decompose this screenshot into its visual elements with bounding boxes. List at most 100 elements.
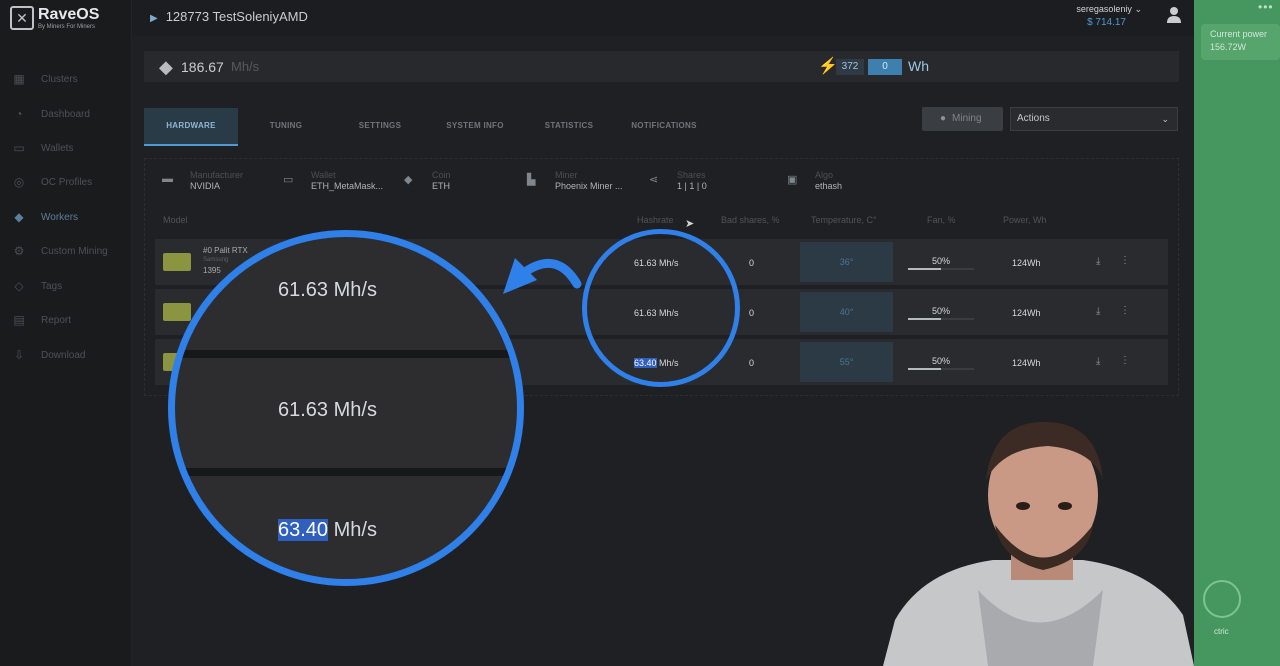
sidebar-item-workers[interactable]: ◆ Workers (0, 208, 131, 228)
gpu-fan: 50% (932, 306, 951, 316)
zoom-divider (175, 350, 517, 358)
chevron-down-icon: ⌄ (1161, 114, 1169, 124)
sidebar-item-wallets[interactable]: ▭ Wallets (0, 139, 131, 159)
gpu-fan: 50% (932, 256, 951, 266)
sidebar (0, 0, 132, 666)
current-power-label: Current power (1210, 29, 1268, 39)
download-icon[interactable]: ⤓ (1096, 306, 1100, 317)
download-icon[interactable]: ⤓ (1096, 356, 1100, 367)
col-hashrate[interactable]: Hashrate (637, 215, 674, 225)
user-icon[interactable] (1166, 6, 1182, 24)
sidebar-item-oc-profiles[interactable]: ◎ OC Profiles (0, 173, 131, 193)
kebab-menu-icon[interactable]: ⋮ (1120, 355, 1130, 366)
gpu-bad-shares: 0 (749, 358, 755, 368)
tab-system-info[interactable]: SYSTEM INFO (435, 108, 515, 146)
folder-icon: ▭ (13, 141, 25, 155)
col-power[interactable]: Power, Wh (1003, 215, 1047, 225)
fan-bar (908, 268, 974, 270)
sidebar-item-download[interactable]: ⇩ Download (0, 346, 131, 366)
electric-chart-icon[interactable] (1203, 580, 1241, 618)
gpu-bad-shares: 0 (749, 308, 755, 318)
tab-notifications[interactable]: NOTIFICATIONS (624, 108, 704, 146)
user-menu[interactable]: seregasoleniy ⌄ (1062, 4, 1142, 15)
electric-label: ctric (1214, 627, 1229, 636)
side-panel (1194, 0, 1280, 666)
power-unit: Wh (908, 58, 929, 74)
rocket-icon: ● (940, 113, 947, 124)
tab-hardware[interactable]: HARDWARE (144, 108, 238, 146)
fan-fill (908, 268, 941, 270)
play-icon: ▶ (150, 13, 158, 24)
zoom-magnifier: 61.63 Mh/s 61.63 Mh/s 63.40 Mh/s (168, 230, 524, 586)
worker-title[interactable]: ▶ 128773 TestSoleniyAMD (150, 9, 308, 24)
sidebar-item-custom-mining[interactable]: ⚙ Custom Mining (0, 242, 131, 262)
col-temperature[interactable]: Temperature, C° (811, 215, 877, 225)
gpu-power: 124Wh (1012, 258, 1041, 268)
highlight-circle (582, 229, 740, 387)
tag-icon: ◇ (14, 279, 24, 293)
gpu-bad-shares: 0 (749, 258, 755, 268)
tab-tuning[interactable]: TUNING (250, 108, 322, 146)
download-icon: ⇩ (13, 348, 25, 362)
gpu-power: 124Wh (1012, 308, 1041, 318)
sidebar-item-report[interactable]: ▤ Report (0, 311, 131, 331)
fan-bar (908, 368, 974, 370)
summary-bar (144, 51, 1179, 82)
gpu-temperature: 55° (800, 342, 893, 382)
cursor-icon: ➤ (685, 218, 695, 230)
share-icon: ⋖ (649, 174, 659, 186)
kebab-menu-icon[interactable]: ⋮ (1120, 305, 1130, 316)
gpu-memory: Samsung (203, 257, 229, 263)
gpu-icon: ▬ (162, 173, 173, 185)
sidebar-item-dashboard[interactable]: ◔ Dashboard (0, 105, 131, 125)
col-model: Model (163, 215, 188, 225)
zoom-hashrate-1: 61.63 Mh/s (278, 279, 377, 301)
zoom-divider (175, 468, 517, 476)
col-fan[interactable]: Fan, % (927, 215, 956, 225)
gpu-name: #0 Palit RTX (203, 246, 248, 255)
grid-icon: ▦ (13, 72, 25, 86)
report-icon: ▤ (13, 313, 25, 327)
gpu-power: 124Wh (1012, 358, 1041, 368)
gpu-fan: 50% (932, 356, 951, 366)
kebab-menu-icon[interactable]: ⋮ (1120, 255, 1130, 266)
logo[interactable]: ✕ RaveOS By Miners For Miners (10, 6, 130, 34)
sidebar-item-clusters[interactable]: ▦ Clusters (0, 70, 131, 90)
lightning-icon: ⚡ (818, 58, 838, 75)
power-cost: 0 (868, 59, 902, 75)
fan-bar (908, 318, 974, 320)
col-bad-shares[interactable]: Bad shares, % (721, 215, 780, 225)
hashrate-unit: Mh/s (231, 59, 260, 74)
mining-button[interactable]: ● Mining (922, 107, 1003, 131)
fan-fill (908, 368, 941, 370)
zoom-hashrate-2: 61.63 Mh/s (278, 399, 377, 421)
chip-icon: ▣ (787, 174, 798, 186)
brand-name: RaveOS (38, 6, 100, 23)
tab-settings[interactable]: SETTINGS (345, 108, 415, 146)
current-power-value: 156.72W (1210, 42, 1247, 52)
gauge-icon: ◔ (15, 107, 23, 121)
wallet-icon: ▭ (283, 174, 294, 186)
raveos-logo-icon: ✕ (10, 6, 34, 30)
tab-statistics[interactable]: STATISTICS (535, 108, 603, 146)
actions-select[interactable]: Actions ⌄ (1010, 107, 1178, 131)
gpu-card-icon (163, 303, 191, 321)
gear-icon: ⚙ (13, 244, 25, 258)
gpu-clock: 1395 (203, 266, 221, 275)
chevron-down-icon: ⌄ (1134, 4, 1142, 14)
download-icon[interactable]: ⤓ (1096, 256, 1100, 267)
brand-tagline: By Miners For Miners (38, 24, 96, 30)
more-icon[interactable]: ••• (1258, 0, 1274, 14)
webcam-overlay (883, 421, 1194, 666)
ethereum-icon: ◆ (404, 174, 413, 186)
fan-fill (908, 318, 941, 320)
total-hashrate: 186.67 (181, 59, 224, 75)
power-value: 372 (836, 59, 864, 75)
sidebar-item-tags[interactable]: ◇ Tags (0, 277, 131, 297)
zoom-hashrate-3: 63.40 Mh/s (278, 519, 377, 541)
account-balance: $ 714.17 (1087, 17, 1126, 28)
gpu-temperature: 40° (800, 292, 893, 332)
ethereum-icon: ◆ (159, 57, 173, 77)
dial-icon: ◎ (13, 175, 25, 189)
drop-icon: ◆ (14, 210, 24, 224)
